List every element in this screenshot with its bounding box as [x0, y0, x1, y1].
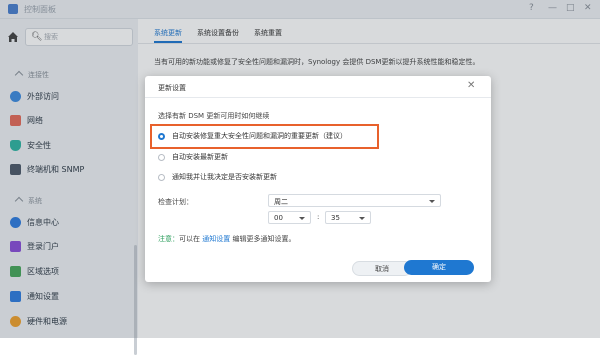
- time-separator: :: [317, 213, 320, 221]
- chevron-down-icon: [299, 217, 305, 220]
- chevron-down-icon: [429, 200, 435, 203]
- update-settings-dialog: 更新设置 ✕ 选择有新 DSM 更新可用时如何继续 自动安装修复重大安全性问题和…: [145, 76, 491, 282]
- radio-latest-updates[interactable]: 自动安装最新更新: [158, 152, 228, 162]
- update-prompt: 选择有新 DSM 更新可用时如何继续: [158, 112, 270, 120]
- note-text: 注意：可以在 通知设置 编辑更多通知设置。: [158, 235, 296, 243]
- highlight-box: [150, 124, 379, 149]
- minute-select[interactable]: 35: [325, 211, 371, 224]
- schedule-label: 检查计划：: [158, 198, 193, 206]
- radio-unselected-icon: [158, 153, 165, 161]
- dialog-title: 更新设置: [158, 84, 186, 92]
- close-icon[interactable]: ✕: [467, 80, 475, 91]
- notification-settings-link[interactable]: 通知设置: [202, 235, 230, 243]
- hour-select[interactable]: 00: [268, 211, 311, 224]
- divider: [145, 97, 491, 98]
- cancel-button[interactable]: 取消: [352, 261, 412, 276]
- radio-unselected-icon: [158, 173, 165, 181]
- day-select[interactable]: 周二: [268, 194, 441, 207]
- radio-notify-only[interactable]: 通知我并让我决定是否安装新更新: [158, 172, 277, 182]
- ok-button[interactable]: 确定: [404, 260, 474, 275]
- chevron-down-icon: [359, 217, 365, 220]
